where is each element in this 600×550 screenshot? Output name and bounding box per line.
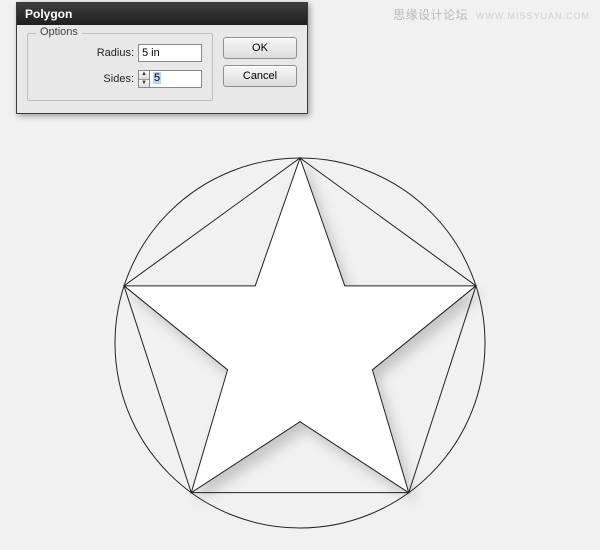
stepper-buttons: ▲ ▼ xyxy=(138,70,149,88)
sides-label: Sides: xyxy=(103,73,134,85)
radius-label: Radius: xyxy=(97,47,134,59)
radius-input[interactable] xyxy=(138,44,202,62)
watermark-url: WWW.MISSYUAN.COM xyxy=(476,11,590,21)
sides-input[interactable]: 5 xyxy=(149,70,202,88)
watermark-text: 思缘设计论坛 xyxy=(393,8,468,22)
watermark: 思缘设计论坛 WWW.MISSYUAN.COM xyxy=(393,6,590,23)
cancel-button[interactable]: Cancel xyxy=(223,65,297,87)
sides-row: Sides: ▲ ▼ 5 xyxy=(38,70,202,88)
dialog-title: Polygon xyxy=(17,3,307,25)
step-down-icon[interactable]: ▼ xyxy=(139,80,149,88)
polygon-dialog: Polygon Options Radius: Sides: ▲ ▼ 5 OK xyxy=(16,2,308,114)
options-group: Options Radius: Sides: ▲ ▼ 5 xyxy=(27,33,213,101)
canvas-area xyxy=(0,126,600,550)
star-shape xyxy=(124,158,476,493)
shape-svg xyxy=(105,143,495,533)
button-column: OK Cancel xyxy=(223,37,297,101)
options-legend: Options xyxy=(36,26,82,38)
step-up-icon[interactable]: ▲ xyxy=(139,71,149,80)
ok-button[interactable]: OK xyxy=(223,37,297,59)
sides-value: 5 xyxy=(153,72,161,84)
sides-stepper: ▲ ▼ 5 xyxy=(138,70,202,88)
dialog-body: Options Radius: Sides: ▲ ▼ 5 OK Cancel xyxy=(17,25,307,113)
radius-row: Radius: xyxy=(38,44,202,62)
polygon-shape xyxy=(105,143,495,533)
